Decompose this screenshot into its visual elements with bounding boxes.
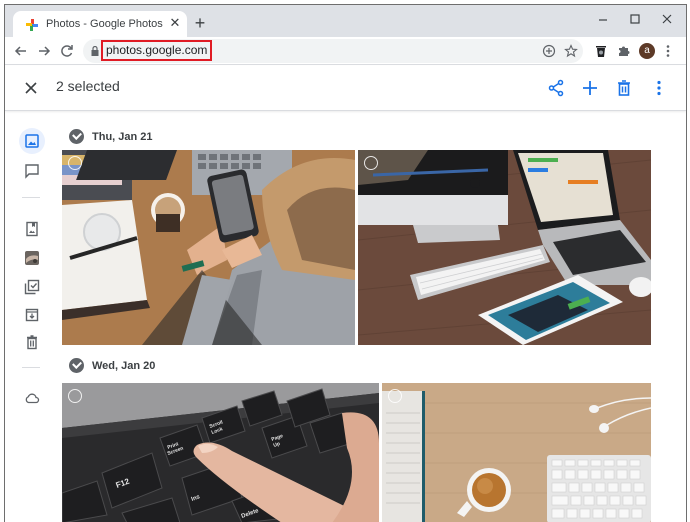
google-photos-pinwheel-icon <box>26 19 38 31</box>
minimize-icon <box>599 19 607 21</box>
select-photo-checkbox[interactable] <box>388 389 402 403</box>
photo-thumbnail[interactable] <box>358 150 651 345</box>
minimize-button[interactable] <box>591 11 615 29</box>
share-button[interactable] <box>546 78 566 98</box>
new-tab-button[interactable]: + <box>191 14 209 32</box>
arrow-left-icon <box>14 46 26 56</box>
date-label: Wed, Jan 20 <box>92 359 156 372</box>
lock-icon <box>91 46 99 56</box>
install-app-icon[interactable] <box>541 43 557 59</box>
select-photo-checkbox[interactable] <box>68 156 82 170</box>
select-group-check-icon[interactable] <box>69 358 84 373</box>
trash-icon <box>27 335 37 350</box>
sidebar-divider <box>22 197 40 198</box>
chat-bubble-icon <box>25 164 39 179</box>
close-icon <box>25 82 37 94</box>
forward-button[interactable] <box>34 41 54 61</box>
selection-bar: 2 selected <box>5 66 686 111</box>
tab-title: Photos - Google Photos <box>46 18 163 30</box>
date-group-header[interactable]: Thu, Jan 21 <box>69 129 153 144</box>
archive-icon <box>25 308 39 322</box>
date-label: Thu, Jan 21 <box>92 130 153 143</box>
delete-button[interactable] <box>614 78 634 98</box>
photo-thumbnail[interactable] <box>382 383 651 522</box>
collection-check-icon <box>24 279 40 295</box>
sidebar-item-trash[interactable] <box>19 329 45 355</box>
album-icon <box>26 221 38 237</box>
reload-icon <box>61 45 73 57</box>
maximize-button[interactable] <box>623 11 647 29</box>
bookmark-star-icon[interactable] <box>563 43 579 59</box>
photo-print-screen-key-image: F12 Print Screen Scroll Lock Page Up Ins… <box>62 383 379 522</box>
more-options-icon <box>657 80 661 96</box>
delete-icon <box>618 80 630 96</box>
window-close-button[interactable] <box>655 11 679 29</box>
reload-button[interactable] <box>57 41 77 61</box>
profile-avatar[interactable]: a <box>639 43 655 59</box>
sidebar-item-archive[interactable] <box>19 302 45 328</box>
extensions-puzzle-icon[interactable] <box>616 43 632 59</box>
tab-google-photos[interactable]: Photos - Google Photos ✕ <box>13 11 187 38</box>
back-button[interactable] <box>11 41 31 61</box>
photo-thumbnail[interactable] <box>62 150 355 345</box>
more-vertical-icon <box>666 45 670 57</box>
more-options-button[interactable] <box>649 78 669 98</box>
trash-extension-icon[interactable] <box>593 43 609 59</box>
selected-count: 2 selected <box>56 78 120 94</box>
sidebar-item-thumbnail[interactable] <box>19 245 45 271</box>
sidebar <box>5 112 59 522</box>
sidebar-item-sharing[interactable] <box>19 158 45 184</box>
photo-thumbnail[interactable]: F12 Print Screen Scroll Lock Page Up Ins… <box>62 383 379 522</box>
close-icon <box>662 14 672 24</box>
browser-menu-button[interactable] <box>663 43 673 59</box>
sidebar-item-photos[interactable] <box>19 128 45 154</box>
address-bar[interactable]: photos.google.com <box>83 39 583 63</box>
photo-phone-desk-image <box>62 150 355 345</box>
sidebar-divider <box>22 367 40 368</box>
tab-strip: Photos - Google Photos ✕ + <box>5 5 686 38</box>
cloud-icon <box>25 393 40 404</box>
share-icon <box>548 79 564 97</box>
date-group-header[interactable]: Wed, Jan 20 <box>69 358 155 373</box>
add-icon <box>583 81 597 95</box>
browser-toolbar: photos.google.com a <box>5 37 686 65</box>
thumbnail-icon <box>25 251 39 265</box>
select-group-check-icon[interactable] <box>69 129 84 144</box>
add-to-button[interactable] <box>580 78 600 98</box>
photo-coffee-keyboard-image <box>382 383 651 522</box>
sidebar-item-storage[interactable] <box>19 385 45 411</box>
sidebar-item-albums[interactable] <box>19 216 45 242</box>
clear-selection-button[interactable] <box>22 79 40 97</box>
select-photo-checkbox[interactable] <box>68 389 82 403</box>
maximize-icon <box>630 14 640 24</box>
tab-close-button[interactable]: ✕ <box>167 15 183 31</box>
select-photo-checkbox[interactable] <box>364 156 378 170</box>
photo-icon <box>25 134 39 148</box>
photo-grid: Thu, Jan 21 Wed, Jan 20 F12 Print Screen… <box>61 112 686 522</box>
photo-apple-devices-image <box>358 150 651 345</box>
url-text[interactable]: photos.google.com <box>101 40 213 61</box>
browser-window: Photos - Google Photos ✕ + photos.google… <box>4 4 687 522</box>
sidebar-item-utilities[interactable] <box>19 274 45 300</box>
arrow-right-icon <box>39 46 51 56</box>
